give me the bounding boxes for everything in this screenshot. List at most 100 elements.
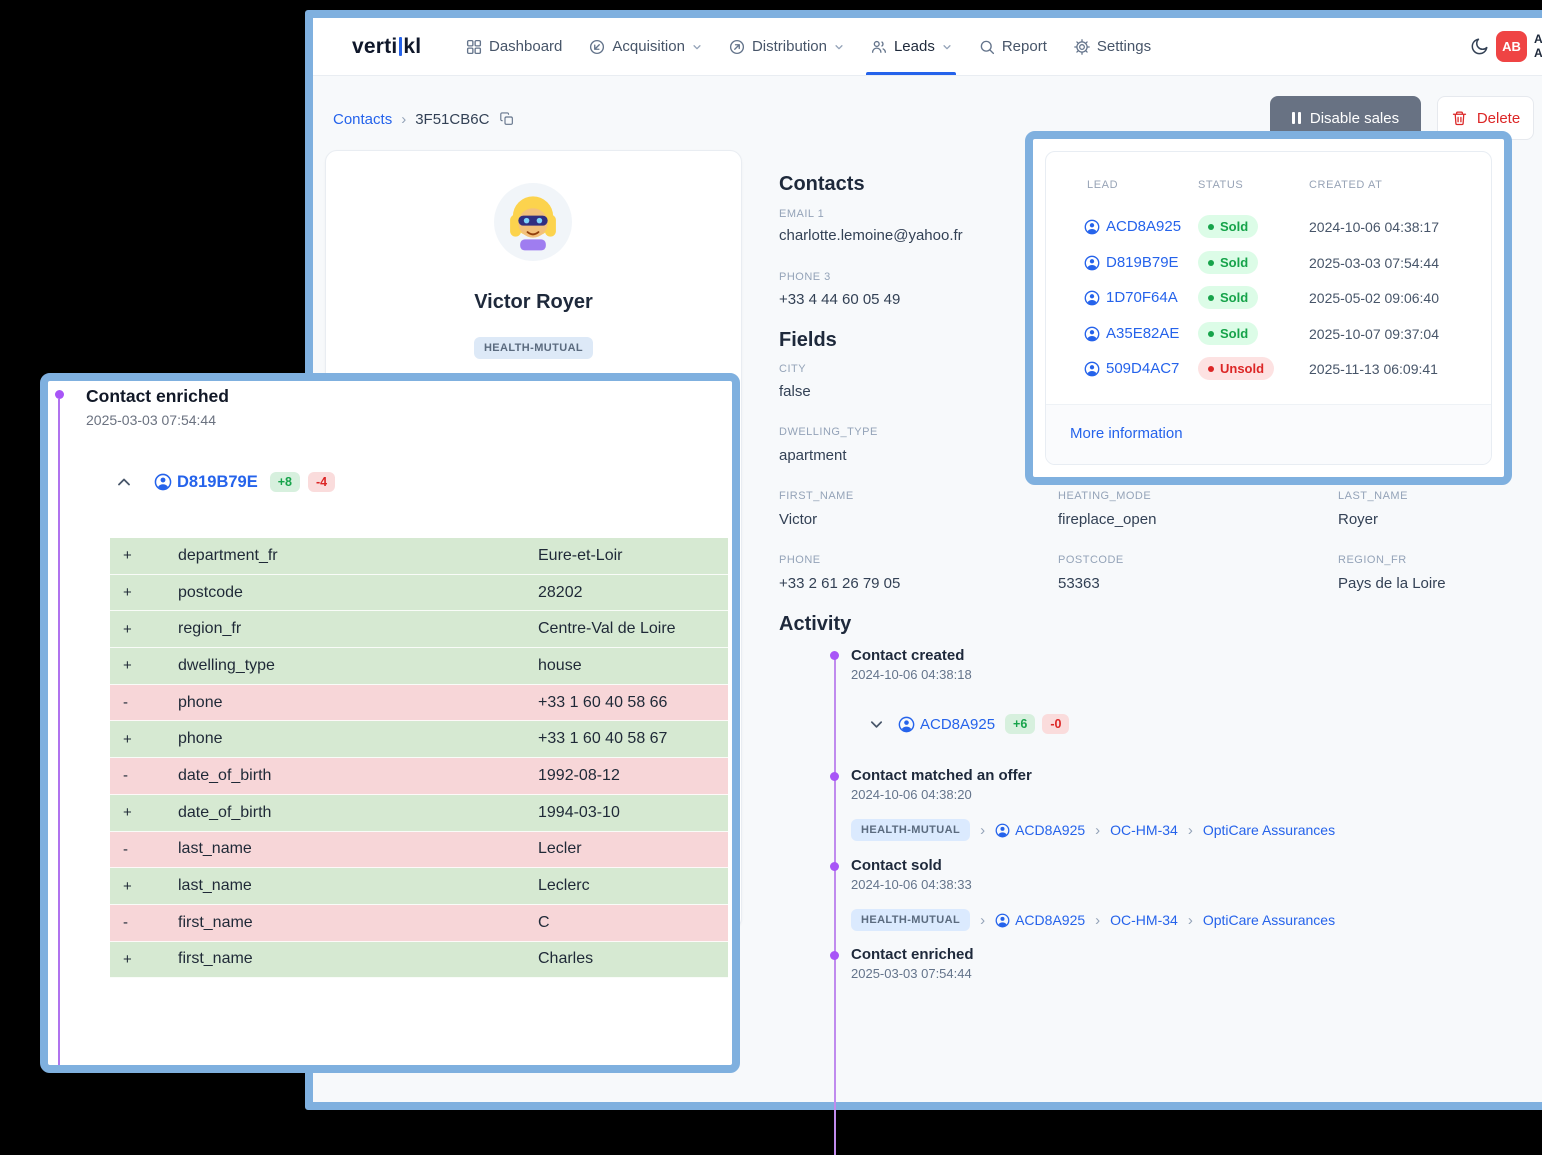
enriched-event-time: 2025-03-03 07:54:44 <box>86 412 216 428</box>
lead-diff-expander[interactable]: D819B79E +8 -4 <box>116 467 336 497</box>
status-badge: Sold <box>1198 286 1259 309</box>
field-label-email1: EMAIL 1 <box>779 208 825 220</box>
moon-icon <box>1469 36 1490 57</box>
top-navbar: verti kl Dashboard Acquisition Distributi… <box>313 18 1542 76</box>
diff-row: + first_name Charles <box>110 941 728 979</box>
chain-offer-link[interactable]: OC-HM-34 <box>1110 912 1178 928</box>
diff-row: + phone +33 1 60 40 58 67 <box>110 721 728 759</box>
copy-icon <box>499 111 515 127</box>
field-label-phone3: PHONE 3 <box>779 271 831 283</box>
more-information-link[interactable]: More information <box>1070 425 1183 442</box>
tag-row-primary: HEALTH-MUTUAL <box>326 337 741 359</box>
added-count-badge: +8 <box>269 472 300 492</box>
logo-bar-icon <box>399 37 403 56</box>
diff-row: - phone +33 1 60 40 58 66 <box>110 684 728 722</box>
lead-link[interactable]: D819B79E <box>1084 245 1179 280</box>
diff-row: - date_of_birth 1992-08-12 <box>110 758 728 795</box>
field-value-dwelling-type: apartment <box>779 447 847 464</box>
field-value-phone3: +33 4 44 60 05 49 <box>779 291 901 308</box>
column-header-status: STATUS <box>1198 179 1244 191</box>
field-value-first-name: Victor <box>779 511 818 528</box>
field-label-dwelling-type: DWELLING_TYPE <box>779 426 878 438</box>
lead-link[interactable]: A35E82AE <box>1084 316 1179 351</box>
timeline-dot <box>55 390 64 399</box>
person-icon <box>1084 326 1100 342</box>
field-label-heating-mode: HEATING_MODE <box>1058 490 1152 502</box>
copy-id-button[interactable] <box>499 111 515 127</box>
table-row: 509D4AC7 Unsold 2025-11-13 06:09:41 <box>1046 351 1491 386</box>
grid-icon <box>465 38 483 56</box>
leads-icon <box>870 38 888 56</box>
avatar <box>494 183 572 261</box>
chain-partner-link[interactable]: OptiCare Assurances <box>1203 822 1335 838</box>
report-icon <box>978 38 996 56</box>
offer-chain: HEALTH-MUTUAL › ACD8A925 › OC-HM-34 › Op… <box>851 817 1335 843</box>
diff-row: + region_fr Centre-Val de Loire <box>110 611 728 649</box>
superhero-avatar-icon <box>500 189 566 255</box>
field-label-last-name: LAST_NAME <box>1338 490 1408 502</box>
nav-distribution-label: Distribution <box>751 38 827 55</box>
diff-row: + date_of_birth 1994-03-10 <box>110 794 728 832</box>
breadcrumb-contacts-link[interactable]: Contacts <box>333 111 392 128</box>
lead-link[interactable]: D819B79E <box>154 473 258 492</box>
field-label-phone: PHONE <box>779 554 821 566</box>
diff-row: + department_fr Eure-et-Loir <box>110 538 728 575</box>
lead-link[interactable]: ACD8A925 <box>1084 209 1181 244</box>
table-row: D819B79E Sold 2025-03-03 07:54:44 <box>1046 245 1491 280</box>
status-badge: Sold <box>1198 322 1259 345</box>
table-footer: More information <box>1046 405 1491 464</box>
brand-logo[interactable]: verti kl <box>352 18 421 75</box>
nav-dashboard[interactable]: Dashboard <box>465 18 562 75</box>
created-at-value: 2024-10-06 04:38:17 <box>1309 218 1439 235</box>
chain-lead-link[interactable]: ACD8A925 <box>995 822 1085 838</box>
user-avatar[interactable]: AB <box>1496 31 1527 62</box>
nav-settings[interactable]: Settings <box>1073 18 1151 75</box>
nav-report[interactable]: Report <box>978 18 1047 75</box>
table-row: 1D70F64A Sold 2025-05-02 09:06:40 <box>1046 280 1491 315</box>
event-contact-sold-time: 2024-10-06 04:38:33 <box>851 877 972 892</box>
acquisition-icon <box>588 38 606 56</box>
activity-section-title: Activity <box>779 613 852 635</box>
timeline-dot <box>830 862 839 871</box>
event-contact-created-time: 2024-10-06 04:38:18 <box>851 667 972 682</box>
nav-leads-label: Leads <box>893 38 935 55</box>
person-icon <box>1084 255 1100 271</box>
event-contact-enriched-time: 2025-03-03 07:54:44 <box>851 966 972 981</box>
lead-link[interactable]: 1D70F64A <box>1084 280 1178 315</box>
dark-mode-toggle[interactable] <box>1469 36 1491 58</box>
nav-distribution[interactable]: Distribution <box>728 18 844 75</box>
chevron-down-icon <box>692 42 702 52</box>
lead-diff-expander[interactable]: ACD8A925 +6 -0 <box>869 711 1070 737</box>
nav-acquisition[interactable]: Acquisition <box>588 18 702 75</box>
chevron-down-icon <box>834 42 844 52</box>
nav-settings-label: Settings <box>1096 38 1152 55</box>
chain-lead-link[interactable]: ACD8A925 <box>995 912 1085 928</box>
field-value-city: false <box>779 383 811 400</box>
field-value-phone: +33 2 61 26 79 05 <box>779 575 901 592</box>
chain-partner-link[interactable]: OptiCare Assurances <box>1203 912 1335 928</box>
timeline-dot <box>830 772 839 781</box>
gear-icon <box>1073 38 1091 56</box>
event-matched-offer-time: 2024-10-06 04:38:20 <box>851 787 972 802</box>
lead-link[interactable]: 509D4AC7 <box>1084 351 1179 386</box>
person-icon <box>1084 290 1100 306</box>
event-contact-created-title: Contact created <box>851 647 965 664</box>
breadcrumb-current-id: 3F51CB6C <box>415 110 490 128</box>
breadcrumb-separator: › <box>401 110 407 128</box>
removed-count-badge: -4 <box>308 472 336 492</box>
created-at-value: 2025-05-02 09:06:40 <box>1309 289 1439 306</box>
timeline-line <box>834 655 836 1155</box>
status-badge: Sold <box>1198 251 1259 274</box>
field-label-city: CITY <box>779 363 807 375</box>
person-icon <box>154 473 172 491</box>
nav-acquisition-label: Acquisition <box>612 38 685 55</box>
chain-offer-link[interactable]: OC-HM-34 <box>1110 822 1178 838</box>
timeline-line <box>58 399 60 1065</box>
nav-leads[interactable]: Leads <box>865 18 956 75</box>
timeline-dot <box>830 951 839 960</box>
added-count-badge: +6 <box>1005 714 1036 734</box>
lead-link[interactable]: ACD8A925 <box>898 716 995 733</box>
created-at-value: 2025-10-07 09:37:04 <box>1309 325 1439 342</box>
event-matched-offer-title: Contact matched an offer <box>851 767 1032 784</box>
chevron-down-icon <box>869 717 884 732</box>
